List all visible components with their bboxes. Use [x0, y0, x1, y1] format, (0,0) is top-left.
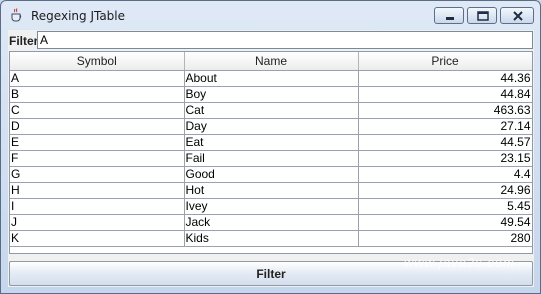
close-button[interactable]	[500, 7, 534, 24]
cell-symbol[interactable]: F	[10, 150, 185, 167]
cell-price[interactable]: 23.15	[358, 150, 532, 167]
window-title: Regexing JTable	[31, 9, 126, 23]
watermark: www.java2s.com	[404, 255, 515, 270]
table-row[interactable]: A About 44.36	[10, 70, 532, 87]
column-header-price[interactable]: Price	[358, 52, 532, 71]
cell-name[interactable]: Cat	[184, 102, 359, 119]
cell-name[interactable]: Good	[184, 166, 359, 183]
cell-symbol[interactable]: A	[10, 70, 185, 87]
column-header-name[interactable]: Name	[184, 52, 359, 71]
content-pane: Filter Symbol Name Price AAbout44.36BBoy…	[8, 30, 534, 287]
table-row[interactable]: G Good 4.4	[10, 166, 532, 183]
table-row[interactable]: J Jack 49.54	[10, 214, 532, 231]
close-icon	[513, 11, 523, 21]
cell-symbol[interactable]: D	[10, 118, 185, 135]
table-row[interactable]: D Day 27.14	[10, 118, 532, 135]
app-window: Regexing JTable Filter A Symbol Name Pri…	[0, 0, 541, 294]
cell-name[interactable]: Jack	[184, 214, 359, 231]
column-header-symbol[interactable]: Symbol	[10, 52, 185, 71]
cell-price[interactable]: 5.45	[358, 198, 532, 215]
table-scroll-pane[interactable]: Symbol Name Price A About 44.36 B Boy 44.84 C C…	[9, 51, 533, 254]
table-row[interactable]: F Fail 23.15	[10, 150, 532, 167]
cell-price[interactable]: 44.36	[358, 70, 532, 87]
cell-symbol[interactable]: G	[10, 166, 185, 183]
minimize-button[interactable]	[434, 7, 464, 24]
cell-name[interactable]: Kids	[184, 230, 359, 247]
cell-price[interactable]: 27.14	[358, 118, 532, 135]
title-bar[interactable]: Regexing JTable	[1, 1, 540, 29]
cell-price[interactable]: 4.4	[358, 166, 532, 183]
cell-price[interactable]: 49.54	[358, 214, 532, 231]
cell-name[interactable]: Fail	[184, 150, 359, 167]
maximize-button[interactable]	[467, 7, 497, 24]
cell-price[interactable]: 24.96	[358, 182, 532, 199]
cell-symbol[interactable]: J	[10, 214, 185, 231]
cell-name[interactable]: Day	[184, 118, 359, 135]
table-header-row: Symbol Name Price	[10, 52, 532, 71]
cell-symbol[interactable]: I	[10, 198, 185, 215]
cell-symbol[interactable]: K	[10, 230, 185, 247]
cell-name[interactable]: About	[184, 70, 359, 87]
cell-name[interactable]: Eat	[184, 134, 359, 151]
cell-name[interactable]: Ivey	[184, 198, 359, 215]
filter-label: Filter	[9, 34, 39, 48]
cell-symbol[interactable]: C	[10, 102, 185, 119]
table-row[interactable]: B Boy 44.84	[10, 86, 532, 103]
table-row[interactable]: I Ivey 5.45	[10, 198, 532, 215]
cell-symbol[interactable]: B	[10, 86, 185, 103]
cell-price[interactable]: 280	[358, 230, 532, 247]
table-row[interactable]: K Kids 280	[10, 230, 532, 247]
minimize-icon	[446, 17, 454, 20]
cell-name[interactable]: Boy	[184, 86, 359, 103]
cell-price[interactable]: 44.84	[358, 86, 532, 103]
maximize-icon	[477, 11, 489, 21]
filter-input[interactable]	[37, 31, 533, 49]
table-row[interactable]: E Eat 44.57	[10, 134, 532, 151]
data-table: Symbol Name Price A About 44.36 B Boy 44.84 C C…	[10, 52, 532, 247]
cell-name[interactable]: Hot	[184, 182, 359, 199]
cell-symbol[interactable]: H	[10, 182, 185, 199]
cell-price[interactable]: 44.57	[358, 134, 532, 151]
table-row[interactable]: H Hot 24.96	[10, 182, 532, 199]
cell-price[interactable]: 463.63	[358, 102, 532, 119]
table-row[interactable]: C Cat 463.63	[10, 102, 532, 119]
java-cup-icon	[9, 7, 25, 23]
cell-symbol[interactable]: E	[10, 134, 185, 151]
